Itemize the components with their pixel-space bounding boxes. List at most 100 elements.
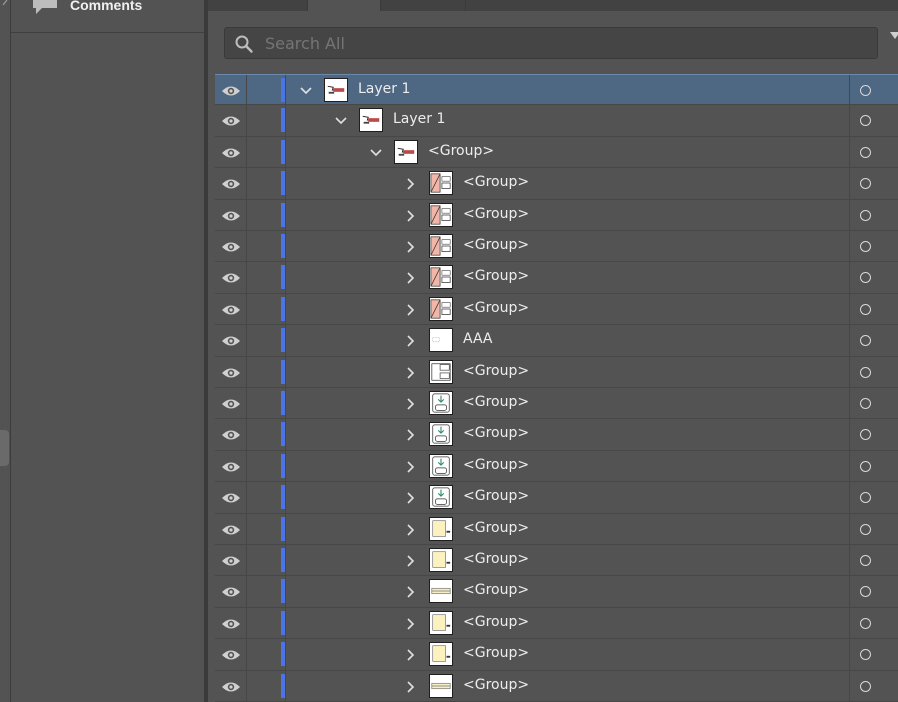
layer-name[interactable]: <Group> [463,520,529,536]
target-circle-icon[interactable] [860,617,871,629]
panel-tab[interactable] [208,0,308,11]
panel-tab[interactable] [381,0,466,11]
layer-name[interactable]: <Group> [463,237,529,253]
layer-row[interactable]: <Group> [215,513,898,545]
eye-icon[interactable] [221,429,241,441]
layer-row[interactable]: <Group> [215,231,898,263]
eye-icon[interactable] [221,586,241,598]
chevron-right-icon[interactable] [404,209,418,223]
layer-row[interactable]: <Group> [215,199,898,231]
layer-name[interactable]: <Group> [463,300,529,316]
eye-icon[interactable] [221,555,241,567]
eye-icon[interactable] [221,492,241,504]
eye-icon[interactable] [221,649,241,661]
target-circle-icon[interactable] [860,523,871,535]
layer-row[interactable]: <Group> [215,639,898,671]
target-circle-icon[interactable] [860,398,871,409]
target-circle-icon[interactable] [860,366,871,378]
chevron-right-icon[interactable] [404,240,418,254]
target-circle-icon[interactable] [860,335,871,347]
layer-name[interactable]: <Group> [463,582,529,598]
layer-row[interactable]: <Group> [215,450,898,483]
search-input[interactable] [265,32,865,54]
layer-row[interactable]: AAA [215,325,898,357]
target-circle-icon[interactable] [860,492,871,504]
eye-icon[interactable] [221,147,241,159]
chevron-right-icon[interactable] [404,554,418,568]
chevron-right-icon[interactable] [404,177,418,191]
layer-name[interactable]: <Group> [463,206,529,222]
eye-icon[interactable] [221,367,241,379]
layer-name[interactable]: Layer 1 [393,111,445,127]
chevron-right-icon[interactable] [404,428,418,442]
eye-icon[interactable] [221,272,241,284]
layer-name[interactable]: <Group> [463,363,529,379]
layer-name[interactable]: <Group> [463,645,529,661]
layer-name[interactable]: AAA [463,331,493,347]
chevron-down-icon[interactable] [334,114,348,128]
target-circle-icon[interactable] [860,272,871,284]
layer-row[interactable]: <Group> [215,670,898,702]
layer-row[interactable]: <Group> [215,262,898,294]
panel-tab-active[interactable] [308,0,381,11]
chevron-right-icon[interactable] [404,303,418,317]
eye-icon[interactable] [221,398,241,410]
target-circle-icon[interactable] [860,460,871,472]
target-circle-icon[interactable] [860,586,871,598]
layer-name[interactable]: <Group> [463,677,529,693]
eye-icon[interactable] [221,335,241,347]
target-circle-icon[interactable] [860,649,871,661]
target-circle-icon[interactable] [860,115,871,127]
collapse-chevron-icon[interactable] [0,0,10,12]
layer-name[interactable]: <Group> [463,268,529,284]
layer-name[interactable]: <Group> [463,614,529,630]
eye-icon[interactable] [221,681,241,693]
layer-name[interactable]: <Group> [428,143,494,159]
chevron-right-icon[interactable] [404,585,418,599]
layer-row[interactable]: <Group> [215,388,898,420]
chevron-right-icon[interactable] [404,397,418,411]
chevron-right-icon[interactable] [404,491,418,505]
target-circle-icon[interactable] [860,680,871,692]
layer-name[interactable]: <Group> [463,457,529,473]
target-circle-icon[interactable] [860,85,871,96]
panel-resize-handle[interactable] [0,430,9,466]
layer-row[interactable]: <Group> [215,168,898,200]
eye-icon[interactable] [221,210,241,222]
filter-dropdown-icon[interactable] [889,30,898,42]
layer-row[interactable]: <Group> [215,136,898,169]
layer-name[interactable]: <Group> [463,174,529,190]
chevron-down-icon[interactable] [299,84,313,98]
sidebar-item-comments[interactable]: Comments [11,0,204,33]
layer-name[interactable]: <Group> [463,394,529,410]
eye-icon[interactable] [221,618,241,630]
target-circle-icon[interactable] [860,303,871,315]
layer-name[interactable]: <Group> [463,425,529,441]
eye-icon[interactable] [221,304,241,316]
layer-row[interactable]: Layer 1 [215,74,898,106]
eye-icon[interactable] [221,85,241,97]
target-circle-icon[interactable] [860,241,871,252]
chevron-right-icon[interactable] [404,523,418,537]
eye-icon[interactable] [221,178,241,190]
chevron-right-icon[interactable] [404,648,418,662]
layer-name[interactable]: <Group> [463,488,529,504]
chevron-right-icon[interactable] [404,680,418,694]
layer-row[interactable]: <Group> [215,545,898,577]
eye-icon[interactable] [221,241,241,253]
target-circle-icon[interactable] [860,146,871,158]
eye-icon[interactable] [221,115,241,127]
layer-row[interactable]: <Group> [215,293,898,326]
target-circle-icon[interactable] [860,555,871,566]
layer-row[interactable]: <Group> [215,576,898,608]
layer-row[interactable]: <Group> [215,482,898,514]
layer-row[interactable]: <Group> [215,419,898,451]
chevron-right-icon[interactable] [404,617,418,631]
chevron-down-icon[interactable] [369,146,383,160]
layer-row[interactable]: <Group> [215,356,898,388]
target-circle-icon[interactable] [860,178,871,190]
target-circle-icon[interactable] [860,429,871,441]
layer-row[interactable]: Layer 1 [215,105,898,137]
layer-row[interactable]: <Group> [215,607,898,640]
layer-name[interactable]: Layer 1 [358,81,410,97]
